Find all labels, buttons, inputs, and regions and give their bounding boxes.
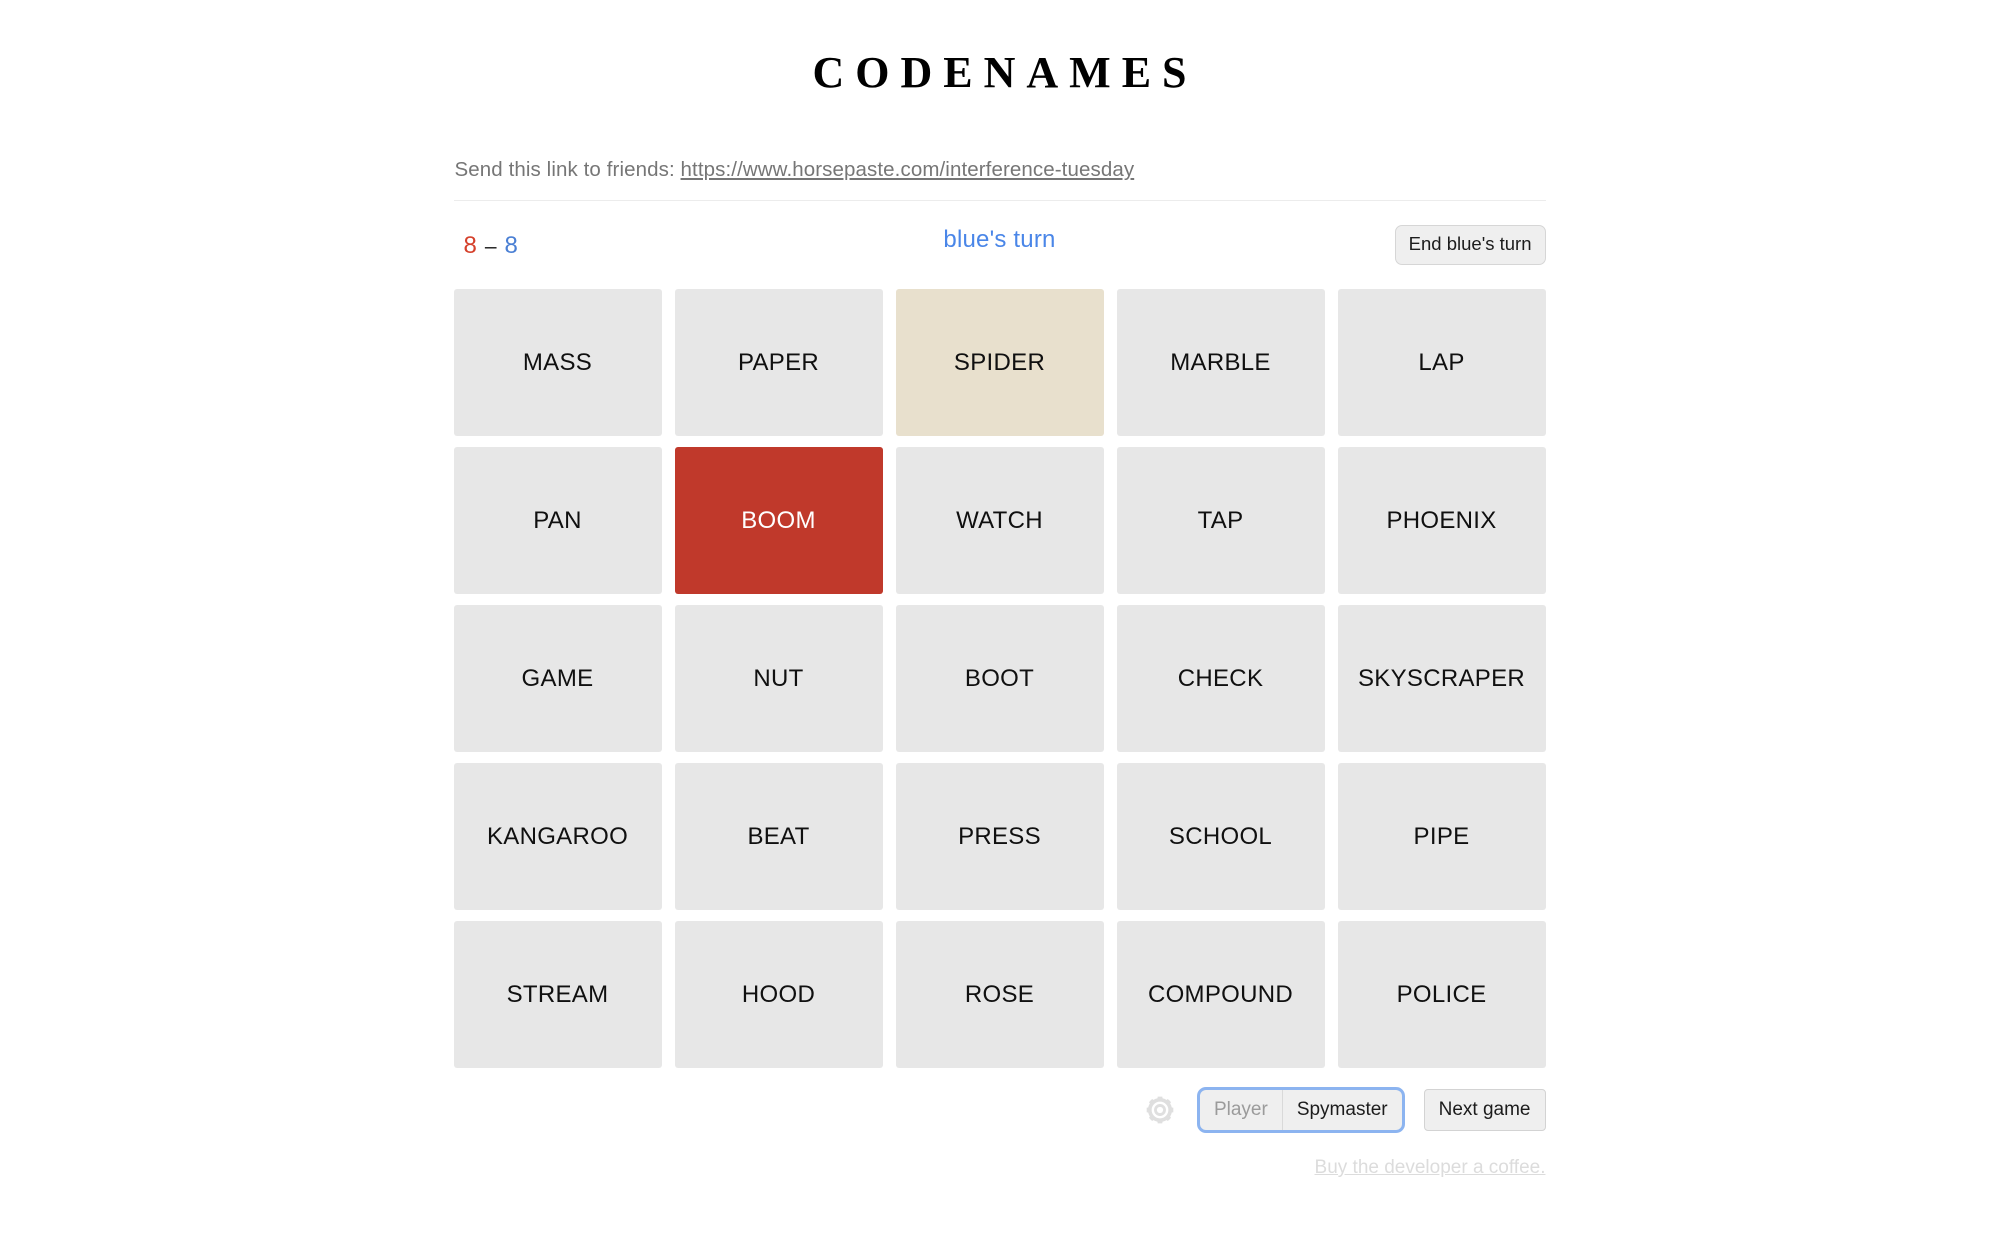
page-title: CODENAMES xyxy=(812,48,1198,97)
role-spymaster-button[interactable]: Spymaster xyxy=(1282,1090,1402,1130)
card-game[interactable]: GAME xyxy=(453,605,662,752)
card-marble[interactable]: MARBLE xyxy=(1116,289,1325,436)
bottom-controls: Player Spymaster Next game xyxy=(454,1087,1546,1133)
share-link-row: Send this link to friends: https://www.h… xyxy=(454,158,1546,182)
next-game-button[interactable]: Next game xyxy=(1423,1089,1546,1131)
card-kangaroo[interactable]: KANGAROO xyxy=(453,763,662,910)
codenames-page: CODENAMES Send this link to friends: htt… xyxy=(0,0,1999,1236)
card-paper[interactable]: PAPER xyxy=(674,289,883,436)
role-player-button[interactable]: Player xyxy=(1199,1090,1283,1130)
share-prefix-label: Send this link to friends: xyxy=(454,158,675,181)
card-spider[interactable]: SPIDER xyxy=(895,289,1104,436)
end-turn-button[interactable]: End blue's turn xyxy=(1394,225,1546,265)
footer: Buy the developer a coffee. xyxy=(454,1157,1546,1179)
card-phoenix[interactable]: PHOENIX xyxy=(1337,447,1546,594)
role-toggle-group: Player Spymaster xyxy=(1196,1087,1405,1133)
buy-coffee-link[interactable]: Buy the developer a coffee. xyxy=(1315,1157,1546,1178)
card-lap[interactable]: LAP xyxy=(1337,289,1546,436)
card-rose[interactable]: ROSE xyxy=(895,921,1104,1068)
status-bar: 8–8 blue's turn End blue's turn xyxy=(454,216,1546,278)
card-police[interactable]: POLICE xyxy=(1337,921,1546,1068)
card-school[interactable]: SCHOOL xyxy=(1116,763,1325,910)
card-check[interactable]: CHECK xyxy=(1116,605,1325,752)
turn-indicator: blue's turn xyxy=(943,226,1056,253)
card-pan[interactable]: PAN xyxy=(453,447,662,594)
card-beat[interactable]: BEAT xyxy=(674,763,883,910)
card-stream[interactable]: STREAM xyxy=(453,921,662,1068)
card-pipe[interactable]: PIPE xyxy=(1337,763,1546,910)
card-hood[interactable]: HOOD xyxy=(674,921,883,1068)
gear-icon[interactable] xyxy=(1143,1093,1177,1127)
card-skyscraper[interactable]: SKYSCRAPER xyxy=(1337,605,1546,752)
main-container: Send this link to friends: https://www.h… xyxy=(453,158,1546,1179)
card-tap[interactable]: TAP xyxy=(1116,447,1325,594)
share-url-link[interactable]: https://www.horsepaste.com/interference-… xyxy=(681,158,1135,181)
card-nut[interactable]: NUT xyxy=(674,605,883,752)
card-boom[interactable]: BOOM xyxy=(674,447,883,594)
card-grid: MASS PAPER SPIDER MARBLE LAP PAN BOOM WATCH TAP P… xyxy=(453,289,1546,1068)
card-watch[interactable]: WATCH xyxy=(895,447,1104,594)
card-compound[interactable]: COMPOUND xyxy=(1116,921,1325,1068)
card-boot[interactable]: BOOT xyxy=(895,605,1104,752)
card-press[interactable]: PRESS xyxy=(895,763,1104,910)
header-divider xyxy=(453,200,1546,201)
card-mass[interactable]: MASS xyxy=(453,289,662,436)
